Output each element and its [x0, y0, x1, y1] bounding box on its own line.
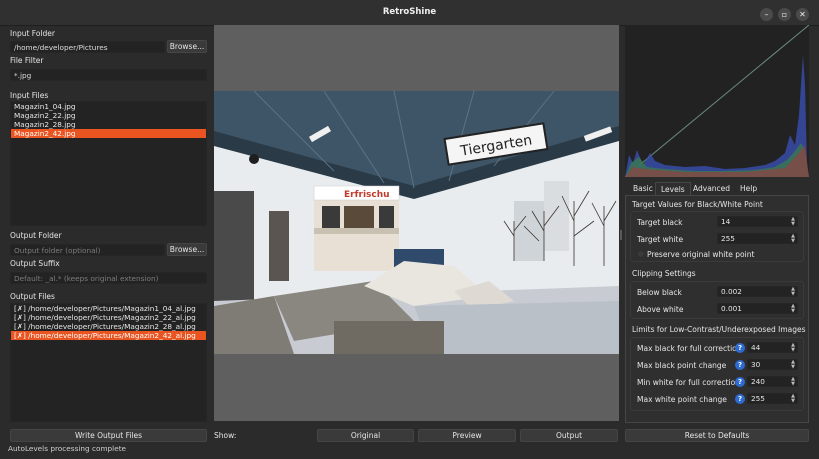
target-black-spinbox[interactable]: 14 ▲ ▼: [717, 216, 798, 227]
target-values-heading: Target Values for Black/White Point: [632, 200, 763, 209]
output_files-item[interactable]: [✗] /home/developer/Pictures/Magazin2_22…: [11, 313, 206, 322]
reset-defaults-button[interactable]: Reset to Defaults: [625, 429, 809, 442]
target-white-value: 255: [721, 234, 735, 243]
limit-spinbox[interactable]: 255 ▲ ▼: [747, 393, 798, 404]
spin-arrows-icon[interactable]: ▲ ▼: [791, 234, 795, 244]
write-output-button[interactable]: Write Output Files: [10, 429, 207, 442]
preserve-white-label: Preserve original white point: [647, 250, 755, 259]
output-suffix-field[interactable]: Default: _al.* (keeps original extension…: [10, 272, 207, 284]
below-black-spinbox[interactable]: 0.002 ▲ ▼: [717, 286, 798, 297]
close-button[interactable]: ✕: [796, 8, 809, 21]
input-browse-button[interactable]: Browse...: [167, 40, 207, 53]
limit-spinbox[interactable]: 44 ▲ ▼: [747, 342, 798, 353]
input-files-list[interactable]: Magazin1_04.jpg Magazin2_22.jpg Magazin2_2…: [10, 101, 207, 226]
target-black-label: Target black: [637, 218, 683, 227]
above-white-spinbox[interactable]: 0.001 ▲ ▼: [717, 303, 798, 314]
maximize-button[interactable]: ▫: [778, 8, 791, 21]
output_files-item[interactable]: [✗] /home/developer/Pictures/Magazin2_28…: [11, 322, 206, 331]
output_files-item[interactable]: [✗] /home/developer/Pictures/Magazin2_42…: [11, 331, 206, 340]
tab-help[interactable]: Help: [735, 182, 762, 195]
input-files-label: Input Files: [10, 91, 49, 100]
output-folder-label: Output Folder: [10, 231, 62, 240]
input-folder-field[interactable]: /home/developer/Pictures: [10, 41, 165, 53]
above-white-label: Above white: [637, 305, 684, 314]
output-folder-field[interactable]: Output folder (optional): [10, 244, 165, 256]
tab-advanced[interactable]: Advanced: [688, 182, 735, 195]
right-splitter-handle[interactable]: [620, 230, 622, 240]
output-suffix-label: Output Suffix: [10, 259, 60, 268]
input-folder-label: Input Folder: [10, 29, 55, 38]
view-preview-button[interactable]: Preview: [418, 429, 516, 442]
view-output-button[interactable]: Output: [520, 429, 618, 442]
limit-spinbox[interactable]: 30 ▲ ▼: [747, 359, 798, 370]
file-filter-field[interactable]: *.jpg: [10, 69, 207, 81]
input_files-item[interactable]: Magazin2_28.jpg: [11, 120, 206, 129]
limit-label: Min white for full correction: [637, 378, 740, 387]
help-icon[interactable]: ?: [735, 377, 745, 387]
file-filter-label: File Filter: [10, 56, 44, 65]
spin-arrows-icon[interactable]: ▲ ▼: [791, 377, 795, 387]
output-files-list[interactable]: [✗] /home/developer/Pictures/Magazin1_04…: [10, 303, 207, 422]
spin-arrows-icon[interactable]: ▲ ▼: [791, 217, 795, 227]
above-white-value: 0.001: [721, 304, 742, 313]
below-black-value: 0.002: [721, 287, 742, 296]
limit-value: 255: [751, 394, 765, 403]
limit-spinbox[interactable]: 240 ▲ ▼: [747, 376, 798, 387]
output-browse-button[interactable]: Browse...: [167, 243, 207, 256]
limit-label: Max black for full correction: [637, 344, 742, 353]
help-icon[interactable]: ?: [735, 343, 745, 353]
window-title: RetroShine: [382, 7, 437, 17]
status-text: AutoLevels processing complete: [8, 444, 127, 453]
spin-arrows-icon[interactable]: ▲ ▼: [791, 394, 795, 404]
view-original-button[interactable]: Original: [317, 429, 414, 442]
input_files-item[interactable]: Magazin2_22.jpg: [11, 111, 206, 120]
limit-label: Max black point change: [637, 361, 727, 370]
limit-value: 44: [751, 343, 761, 352]
spin-arrows-icon[interactable]: ▲ ▼: [791, 360, 795, 370]
tab-levels[interactable]: Levels: [655, 182, 691, 195]
title-bar: RetroShine – ▫ ✕: [0, 0, 819, 26]
output_files-item[interactable]: [✗] /home/developer/Pictures/Magazin1_04…: [11, 304, 206, 313]
preserve-white-checkbox[interactable]: [638, 251, 644, 257]
limits-heading: Limits for Low-Contrast/Underexposed Ima…: [632, 325, 806, 334]
minimize-button[interactable]: –: [760, 8, 773, 21]
input_files-item[interactable]: Magazin2_42.jpg: [11, 129, 206, 138]
target-white-spinbox[interactable]: 255 ▲ ▼: [717, 233, 798, 244]
spin-arrows-icon[interactable]: ▲ ▼: [791, 304, 795, 314]
left-splitter[interactable]: [209, 28, 212, 428]
limit-label: Max white point change: [637, 395, 727, 404]
target-white-label: Target white: [637, 235, 684, 244]
kiosk-sign: Erfrischu: [344, 190, 390, 200]
histogram: [625, 25, 809, 177]
output-files-label: Output Files: [10, 292, 55, 301]
spin-arrows-icon[interactable]: ▲ ▼: [791, 343, 795, 353]
limit-value: 30: [751, 360, 761, 369]
target-black-value: 14: [721, 217, 731, 226]
help-icon[interactable]: ?: [735, 360, 745, 370]
help-icon[interactable]: ?: [735, 394, 745, 404]
tab-basic[interactable]: Basic: [628, 182, 658, 195]
photo-preview: Tiergarten Erfrischu: [214, 90, 619, 354]
below-black-label: Below black: [637, 288, 682, 297]
input_files-item[interactable]: Magazin1_04.jpg: [11, 102, 206, 111]
image-viewer: Tiergarten Erfrischu: [214, 25, 619, 421]
spin-arrows-icon[interactable]: ▲ ▼: [791, 287, 795, 297]
show-label: Show:: [214, 431, 237, 440]
limit-value: 240: [751, 377, 765, 386]
histogram-plot: [625, 25, 809, 177]
clipping-heading: Clipping Settings: [632, 269, 696, 278]
